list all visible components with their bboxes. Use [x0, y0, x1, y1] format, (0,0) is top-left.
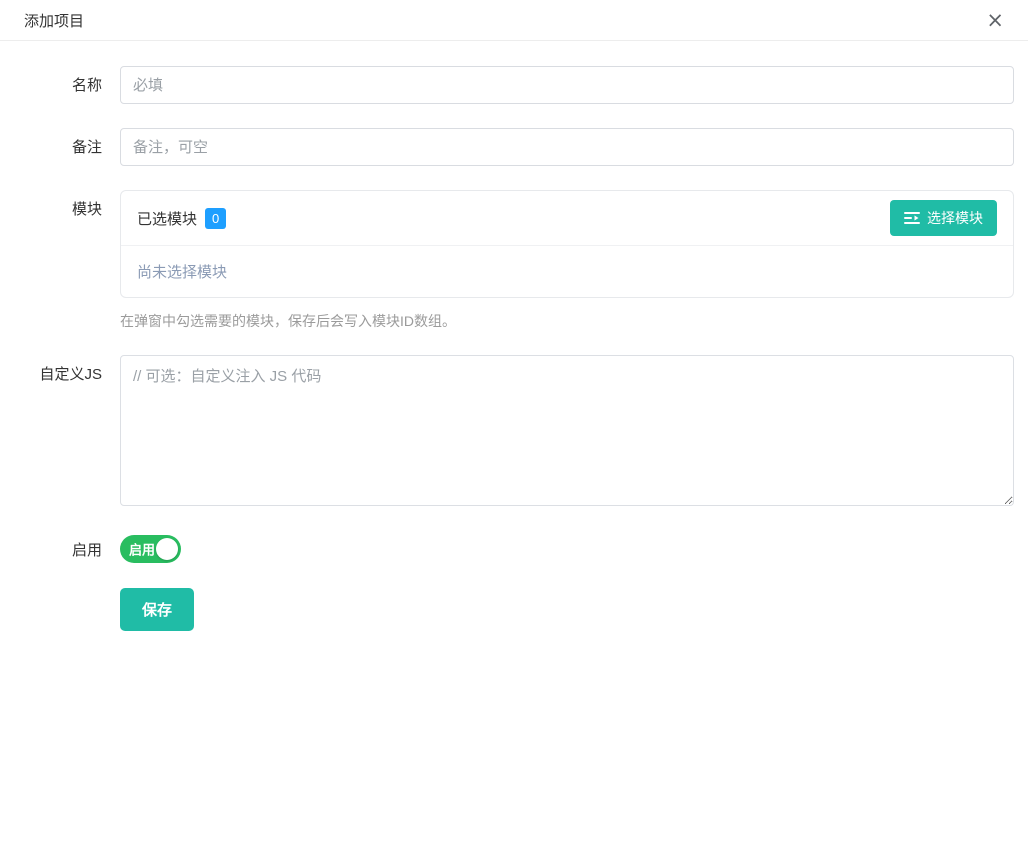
save-button[interactable]: 保存 [120, 588, 194, 631]
toggle-knob [156, 538, 178, 560]
close-icon[interactable]: × [982, 8, 1008, 33]
indent-list-icon [904, 211, 920, 225]
selected-count-badge: 0 [205, 208, 226, 229]
custom-js-label: 自定义JS [0, 355, 120, 511]
custom-js-textarea[interactable] [120, 355, 1014, 506]
form-row-modules: 模块 已选模块 0 [0, 190, 1014, 331]
remark-input[interactable] [120, 128, 1014, 166]
select-module-button-label: 选择模块 [927, 208, 983, 228]
modules-label: 模块 [0, 190, 120, 331]
module-panel: 已选模块 0 [120, 190, 1014, 298]
enabled-toggle-text: 启用 [129, 540, 155, 559]
module-empty-text: 尚未选择模块 [121, 246, 1013, 297]
select-module-button[interactable]: 选择模块 [890, 200, 997, 236]
form-row-save: 保存 [0, 588, 1014, 631]
enabled-toggle[interactable]: 启用 [120, 535, 181, 563]
form-row-remark: 备注 [0, 128, 1014, 166]
modal-title: 添加项目 [24, 10, 84, 31]
module-panel-header: 已选模块 0 [121, 191, 1013, 246]
form-row-custom-js: 自定义JS [0, 355, 1014, 511]
selected-modules-label: 已选模块 [137, 208, 197, 229]
modal-header: 添加项目 × [0, 0, 1028, 41]
modal-body: 名称 备注 模块 已选模块 0 [0, 41, 1028, 631]
enabled-label: 启用 [0, 535, 120, 563]
name-input[interactable] [120, 66, 1014, 104]
name-label: 名称 [0, 66, 120, 104]
remark-label: 备注 [0, 128, 120, 166]
form-row-name: 名称 [0, 66, 1014, 104]
add-project-modal: 添加项目 × 名称 备注 模块 已选模块 [0, 0, 1028, 631]
module-help-text: 在弹窗中勾选需要的模块，保存后会写入模块ID数组。 [120, 311, 1014, 331]
form-row-enabled: 启用 启用 [0, 535, 1014, 563]
